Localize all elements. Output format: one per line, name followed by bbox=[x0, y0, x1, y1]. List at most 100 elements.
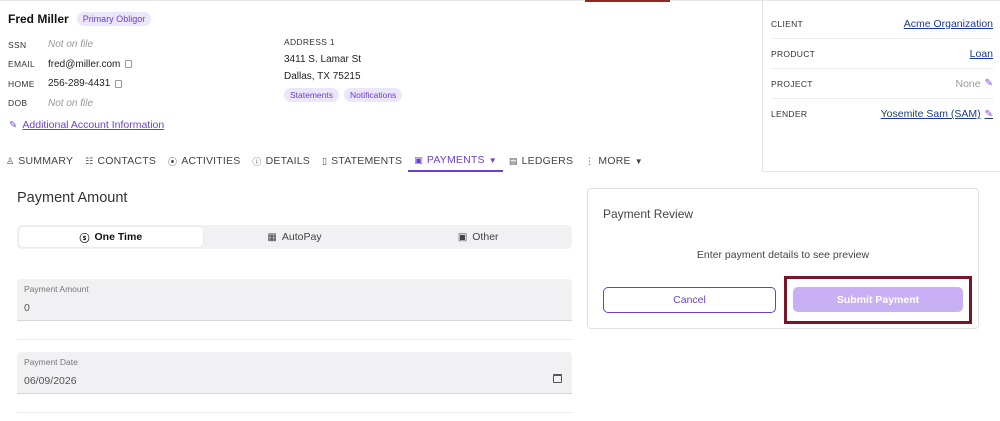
submit-highlight-box: Submit Payment bbox=[784, 276, 972, 324]
ledger-icon: ▤ bbox=[508, 155, 518, 166]
address-label: ADDRESS 1 bbox=[284, 37, 335, 47]
account-panel: CLIENT Acme Organization PRODUCT Loan PR… bbox=[762, 0, 1000, 172]
more-vertical-icon: ⋮ bbox=[585, 155, 595, 166]
lender-value-wrap: Yosemite Sam (SAM) ✎ bbox=[881, 108, 993, 120]
submit-payment-button[interactable]: Submit Payment bbox=[793, 287, 963, 312]
edit-project-icon[interactable]: ✎ bbox=[985, 78, 993, 89]
segment-autopay[interactable]: ▦ AutoPay bbox=[203, 227, 387, 247]
tab-activities-label: ACTIVITIES bbox=[181, 155, 241, 167]
payment-amount-field[interactable]: Payment Amount 0 bbox=[17, 279, 572, 321]
tab-summary[interactable]: ♙ SUMMARY bbox=[0, 150, 79, 172]
payment-amount-title: Payment Amount bbox=[17, 190, 128, 206]
segment-one-time-label: One Time bbox=[94, 231, 143, 243]
email-value-wrap: fred@miller.com bbox=[48, 58, 133, 70]
payment-review-card: Payment Review Enter payment details to … bbox=[587, 188, 979, 329]
client-link[interactable]: Acme Organization bbox=[904, 18, 993, 30]
project-row: PROJECT None ✎ bbox=[771, 69, 993, 99]
segment-one-time[interactable]: ⓢ One Time bbox=[19, 227, 203, 247]
calendar-clock-icon: ▦ bbox=[267, 231, 277, 243]
calendar-icon[interactable] bbox=[553, 374, 562, 383]
payment-amount-input[interactable]: 0 bbox=[24, 302, 30, 314]
ssn-label: SSN bbox=[8, 39, 27, 50]
ssn-value: Not on file bbox=[48, 39, 94, 51]
address-tags: Statements Notifications bbox=[284, 88, 403, 102]
client-row: CLIENT Acme Organization bbox=[771, 9, 993, 39]
tab-details-label: DETAILS bbox=[265, 155, 311, 167]
cancel-button[interactable]: Cancel bbox=[603, 287, 776, 313]
obligor-name: Fred Miller bbox=[8, 12, 69, 26]
home-phone-value: 256-289-4431 bbox=[48, 78, 111, 90]
tab-details[interactable]: ⓘ DETAILS bbox=[246, 150, 316, 172]
ssn-row: SSN Not on file bbox=[8, 35, 132, 55]
product-label: PRODUCT bbox=[771, 48, 816, 59]
primary-obligor-badge: Primary Obligor bbox=[76, 12, 152, 26]
copy-email-icon[interactable] bbox=[125, 60, 133, 69]
account-tabs: ♙ SUMMARY ☷ CONTACTS ⦿ ACTIVITIES ⓘ DETA… bbox=[0, 150, 649, 172]
payment-review-hint: Enter payment details to see preview bbox=[696, 249, 870, 261]
edit-lender-icon[interactable]: ✎ bbox=[985, 109, 993, 120]
contact-info: SSN Not on file EMAIL fred@miller.com HO… bbox=[8, 35, 133, 114]
home-row: HOME 256-289-4431 bbox=[8, 74, 132, 94]
cash-icon: ▣ bbox=[457, 231, 468, 243]
home-label: HOME bbox=[8, 78, 35, 89]
contacts-icon: ☷ bbox=[85, 155, 94, 166]
dollar-circle-icon: ⓢ bbox=[79, 233, 90, 245]
user-icon: ♙ bbox=[6, 155, 15, 166]
payment-date-field[interactable]: Payment Date 06/09/2026 bbox=[17, 352, 572, 394]
segment-other-label: Other bbox=[472, 231, 499, 243]
info-icon: ⓘ bbox=[252, 156, 262, 167]
tab-activities[interactable]: ⦿ ACTIVITIES bbox=[162, 150, 246, 172]
address-block: ADDRESS 1 3411 S. Lamar St Dallas, TX 75… bbox=[284, 37, 403, 102]
tab-more-label: MORE bbox=[598, 155, 631, 167]
dob-label: DOB bbox=[8, 98, 28, 109]
segment-autopay-label: AutoPay bbox=[281, 231, 322, 243]
tab-summary-label: SUMMARY bbox=[18, 155, 74, 167]
address-line-2: Dallas, TX 75215 bbox=[284, 71, 361, 82]
project-value-wrap: None ✎ bbox=[956, 78, 994, 90]
client-label: CLIENT bbox=[771, 18, 804, 29]
tab-ledgers-label: LEDGERS bbox=[521, 155, 574, 167]
additional-account-info-text[interactable]: Additional Account Information bbox=[22, 119, 164, 131]
project-label: PROJECT bbox=[771, 78, 813, 89]
tab-contacts-label: CONTACTS bbox=[97, 155, 157, 167]
segment-other[interactable]: ▣ Other bbox=[386, 227, 570, 247]
tab-more[interactable]: ⋮ MORE ▼ bbox=[579, 150, 649, 172]
lender-row: LENDER Yosemite Sam (SAM) ✎ bbox=[771, 99, 993, 129]
product-link[interactable]: Loan bbox=[970, 48, 993, 60]
lender-link[interactable]: Yosemite Sam (SAM) bbox=[881, 108, 981, 120]
email-row: EMAIL fred@miller.com bbox=[8, 55, 133, 75]
lender-label: LENDER bbox=[771, 109, 808, 119]
tab-contacts[interactable]: ☷ CONTACTS bbox=[79, 150, 162, 172]
chevron-down-icon: ▼ bbox=[634, 156, 643, 166]
copy-phone-icon[interactable] bbox=[115, 79, 123, 88]
payment-amount-label: Payment Amount bbox=[24, 284, 89, 294]
dob-value: Not on file bbox=[48, 97, 94, 109]
home-value-wrap: 256-289-4431 bbox=[48, 78, 123, 90]
cash-icon: ▣ bbox=[414, 154, 423, 165]
document-icon: ▯ bbox=[322, 155, 328, 166]
payment-date-label: Payment Date bbox=[24, 357, 78, 367]
payment-type-segment: ⓢ One Time ▦ AutoPay ▣ Other bbox=[17, 225, 572, 249]
email-value: fred@miller.com bbox=[48, 58, 121, 70]
project-value: None bbox=[955, 77, 981, 90]
payment-date-input[interactable]: 06/09/2026 bbox=[24, 375, 77, 387]
section-divider bbox=[17, 339, 572, 340]
tab-payments[interactable]: ▣ PAYMENTS ▼ bbox=[408, 150, 503, 172]
chevron-down-icon: ▼ bbox=[488, 155, 497, 165]
email-label: EMAIL bbox=[8, 59, 36, 70]
tab-payments-label: PAYMENTS bbox=[426, 154, 485, 166]
notifications-tag: Notifications bbox=[344, 88, 403, 102]
obligor-header: Fred Miller Primary Obligor SSN Not on f… bbox=[0, 0, 762, 172]
tab-ledgers[interactable]: ▤ LEDGERS bbox=[503, 150, 579, 172]
product-row: PRODUCT Loan bbox=[771, 39, 993, 69]
additional-account-info-link[interactable]: ✎ Additional Account Information bbox=[9, 119, 164, 131]
tab-statements-label: STATEMENTS bbox=[331, 155, 403, 167]
address-line-1: 3411 S. Lamar St bbox=[284, 54, 362, 65]
tab-statements[interactable]: ▯ STATEMENTS bbox=[316, 150, 408, 172]
broadcast-icon: ⦿ bbox=[168, 156, 178, 167]
statements-tag: Statements bbox=[284, 88, 339, 102]
dob-row: DOB Not on file bbox=[8, 94, 132, 114]
name-row: Fred Miller Primary Obligor bbox=[8, 12, 152, 26]
section-divider bbox=[17, 412, 572, 413]
pencil-icon: ✎ bbox=[9, 119, 18, 131]
